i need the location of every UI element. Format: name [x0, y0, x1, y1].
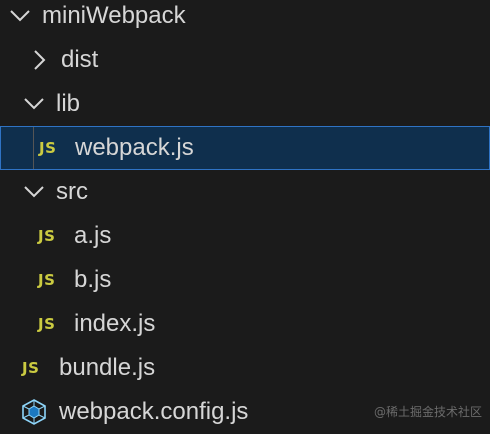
tree-item-label: webpack.config.js — [59, 398, 249, 425]
tree-item-lib[interactable]: lib — [0, 82, 490, 126]
chevron-down-icon[interactable] — [22, 92, 46, 116]
tree-item-label: lib — [56, 90, 81, 117]
chevron-down-icon[interactable] — [8, 4, 32, 28]
javascript-file-icon: JS — [38, 315, 56, 333]
tree-item-label: miniWebpack — [42, 2, 186, 29]
tree-item-webpack-js[interactable]: JS webpack.js — [0, 126, 490, 170]
tree-item-index-js[interactable]: JS index.js — [0, 302, 490, 346]
chevron-right-icon[interactable] — [27, 48, 51, 72]
tree-item-label: webpack.js — [75, 134, 194, 161]
javascript-file-icon: JS — [22, 359, 40, 377]
tree-item-src[interactable]: src — [0, 170, 490, 214]
javascript-file-icon: JS — [38, 271, 56, 289]
tree-item-label: b.js — [74, 266, 112, 293]
watermark: @稀土掘金技术社区 — [373, 405, 482, 419]
tree-item-label: index.js — [74, 310, 156, 337]
tree-item-dist[interactable]: dist — [0, 38, 490, 82]
webpack-cube-icon — [22, 398, 52, 426]
tree-item-b-js[interactable]: JS b.js — [0, 258, 490, 302]
tree-item-bundle-js[interactable]: JS bundle.js — [0, 346, 490, 390]
tree-item-label: bundle.js — [59, 354, 156, 381]
indent-guide — [33, 127, 34, 169]
tree-item-miniwebpack[interactable]: miniWebpack — [0, 0, 490, 32]
tree-item-label: a.js — [74, 222, 112, 249]
javascript-file-icon: JS — [39, 139, 57, 157]
tree-item-label: dist — [61, 46, 99, 73]
chevron-down-icon[interactable] — [22, 180, 46, 204]
tree-item-label: src — [56, 178, 88, 205]
file-explorer-tree: miniWebpack dist lib JS webpack.js src J… — [0, 0, 490, 434]
tree-item-a-js[interactable]: JS a.js — [0, 214, 490, 258]
javascript-file-icon: JS — [38, 227, 56, 245]
